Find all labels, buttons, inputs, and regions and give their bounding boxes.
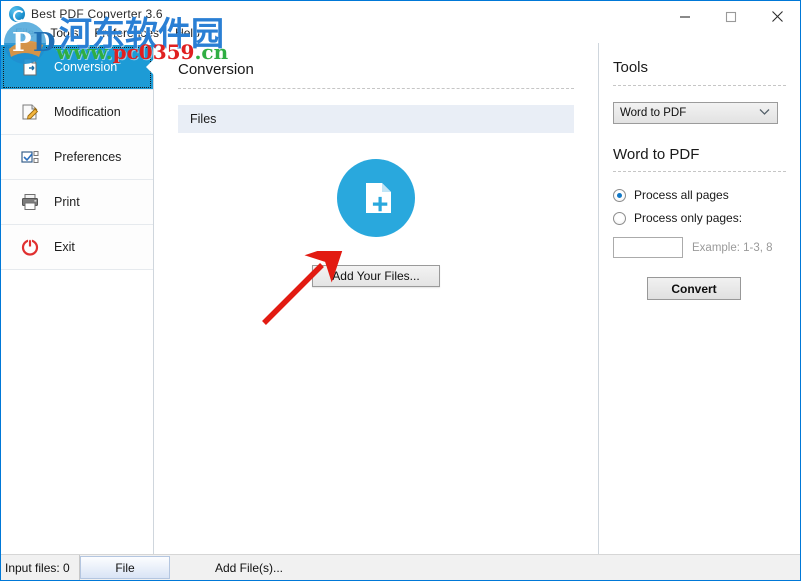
close-icon xyxy=(771,10,784,23)
tools-divider xyxy=(613,85,786,86)
tools-title: Tools xyxy=(613,59,786,85)
checkbox-list-icon xyxy=(19,146,41,168)
content-area: Conversion Modification xyxy=(1,43,800,554)
document-convert-icon xyxy=(19,56,41,78)
status-file-button[interactable]: File xyxy=(80,556,170,579)
sidebar-item-label: Modification xyxy=(54,105,121,119)
sidebar-item-label: Exit xyxy=(54,240,75,254)
printer-icon xyxy=(19,191,41,213)
tool-select-dropdown[interactable]: Word to PDF xyxy=(613,102,778,124)
sidebar-item-label: Print xyxy=(54,195,80,209)
sidebar-navigation: Conversion Modification xyxy=(1,43,154,554)
status-input-files-count: Input files: 0 xyxy=(1,555,80,580)
pages-range-hint: Example: 1-3, 8 xyxy=(692,242,773,254)
maximize-icon xyxy=(725,11,737,23)
menu-item-preferences[interactable]: Preferences xyxy=(86,25,167,41)
file-drop-zone[interactable]: Add Your Files... xyxy=(178,133,574,287)
app-logo-icon xyxy=(9,6,25,22)
menu-item-help[interactable]: Help xyxy=(167,25,208,41)
radio-button-icon xyxy=(613,212,626,225)
sidebar-item-print[interactable]: Print xyxy=(1,180,153,225)
convert-button[interactable]: Convert xyxy=(647,277,741,300)
sidebar-item-label: Conversion xyxy=(54,60,117,74)
application-window: Best PDF Converter 3.6 File xyxy=(0,0,801,581)
add-document-icon xyxy=(337,159,415,237)
sidebar-item-modification[interactable]: Modification xyxy=(1,90,153,135)
sidebar-item-label: Preferences xyxy=(54,150,121,164)
page-title: Conversion xyxy=(178,61,574,88)
radio-label: Process only pages: xyxy=(634,211,742,225)
minimize-icon xyxy=(679,11,691,23)
add-your-files-button[interactable]: Add Your Files... xyxy=(312,265,440,287)
menu-bar: File Tools Preferences Help xyxy=(1,23,800,43)
window-title: Best PDF Converter 3.6 xyxy=(31,7,163,21)
menu-item-tools[interactable]: Tools xyxy=(42,25,86,41)
status-add-files-label[interactable]: Add File(s)... xyxy=(170,555,283,580)
radio-process-only-pages[interactable]: Process only pages: xyxy=(613,211,786,225)
sidebar-item-conversion[interactable]: Conversion xyxy=(1,45,153,90)
title-bar-left: Best PDF Converter 3.6 xyxy=(1,1,163,23)
tools-panel: Tools Word to PDF Word to PDF Process al… xyxy=(599,43,800,554)
chevron-down-icon xyxy=(759,107,770,119)
sidebar-item-preferences[interactable]: Preferences xyxy=(1,135,153,180)
files-section-header: Files xyxy=(178,105,574,133)
radio-label: Process all pages xyxy=(634,188,729,202)
tool-select-value: Word to PDF xyxy=(620,107,686,119)
menu-item-file[interactable]: File xyxy=(7,25,42,41)
status-bar: Input files: 0 File Add File(s)... xyxy=(1,554,800,580)
radio-process-all-pages[interactable]: Process all pages xyxy=(613,188,786,202)
power-icon xyxy=(19,236,41,258)
pages-range-input[interactable] xyxy=(613,237,683,258)
tool-subtitle: Word to PDF xyxy=(613,146,786,171)
radio-button-icon xyxy=(613,189,626,202)
document-edit-icon xyxy=(19,101,41,123)
tool-subtitle-divider xyxy=(613,171,786,172)
title-divider xyxy=(178,88,574,89)
pages-range-row: Example: 1-3, 8 xyxy=(613,237,786,258)
main-panel: Conversion Files Add Your Files... xyxy=(154,43,599,554)
sidebar-item-exit[interactable]: Exit xyxy=(1,225,153,270)
